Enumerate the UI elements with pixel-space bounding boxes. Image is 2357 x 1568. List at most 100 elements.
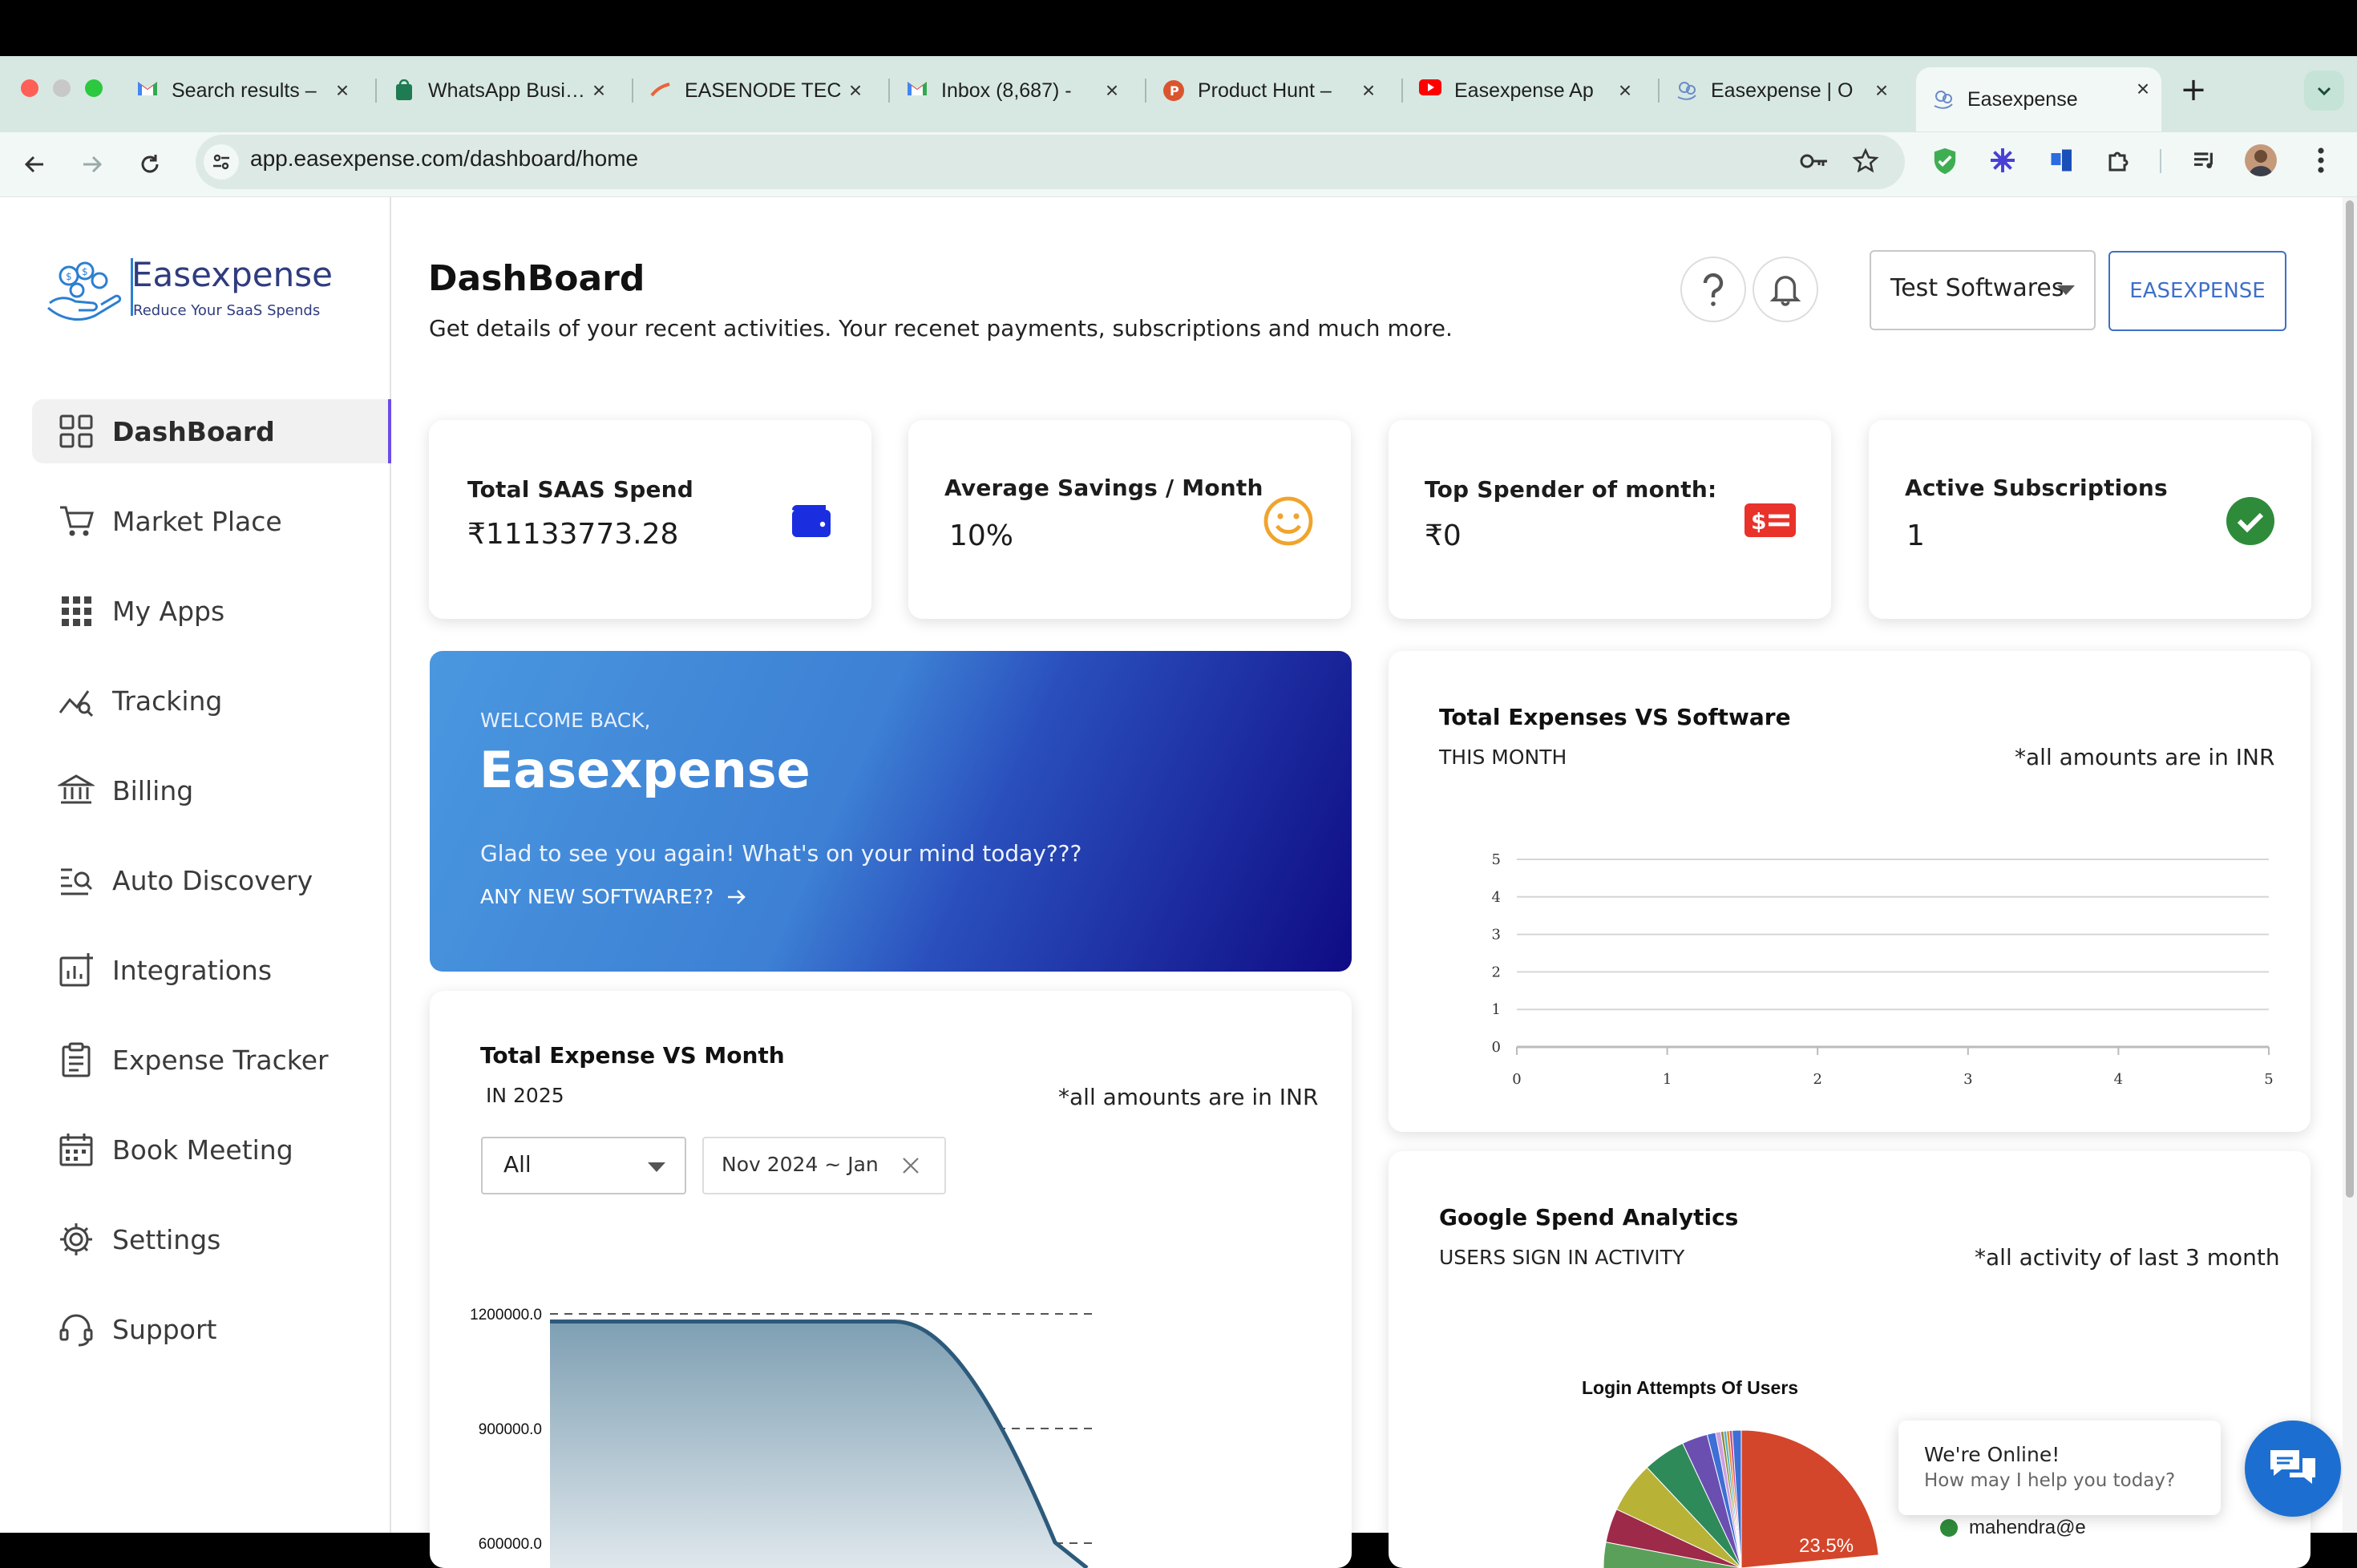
close-window-button[interactable] xyxy=(21,79,38,97)
google-note: *all activity of last 3 month xyxy=(1975,1244,2280,1271)
question-icon xyxy=(1703,273,1724,306)
stat-card-total-spend: Total SAAS Spend ₹11133773.28 xyxy=(429,420,871,619)
close-tab-icon[interactable]: × xyxy=(1356,79,1381,103)
sidebar-item-expense-tracker[interactable]: Expense Tracker xyxy=(32,1028,388,1092)
browser-tab-8[interactable]: Easexpense × xyxy=(1916,67,2161,131)
expense-area-chart: 1200000.0 900000.0 600000.0 xyxy=(470,1307,1095,1568)
welcome-cta-link[interactable]: ANY NEW SOFTWARE?? xyxy=(480,885,747,908)
google-subtitle: USERS SIGN IN ACTIVITY xyxy=(1439,1246,1685,1269)
sidebar-item-auto-discovery[interactable]: Auto Discovery xyxy=(32,848,388,912)
notifications-button[interactable] xyxy=(1753,257,1818,322)
producthunt-icon: P xyxy=(1162,79,1185,102)
media-queue-icon[interactable] xyxy=(2190,148,2218,173)
sidebar-item-tracking[interactable]: Tracking xyxy=(32,669,388,733)
bookmark-star-icon[interactable] xyxy=(1852,148,1879,175)
check-circle-icon xyxy=(2226,497,2274,545)
tab-title: EASENODE TEC xyxy=(685,79,842,102)
clear-close-icon[interactable] xyxy=(901,1156,920,1175)
chat-greeting-bubble[interactable]: We're Online! How may I help you today? xyxy=(1898,1420,2221,1515)
reload-button[interactable] xyxy=(130,144,170,184)
help-button[interactable] xyxy=(1680,257,1746,322)
blue-extension-icon[interactable] xyxy=(2048,146,2076,175)
sidebar-item-support[interactable]: Support xyxy=(32,1297,388,1361)
site-info-button[interactable] xyxy=(204,144,239,180)
gmail-icon xyxy=(906,79,928,102)
sidebar-item-market-place[interactable]: Market Place xyxy=(32,489,388,553)
url-text[interactable]: app.easexpense.com/dashboard/home xyxy=(250,146,638,172)
close-tab-icon[interactable]: × xyxy=(587,79,611,103)
tab-title: Search results – xyxy=(172,79,317,102)
x-tick-label: 5 xyxy=(2264,1071,2273,1088)
browser-menu-icon[interactable] xyxy=(2309,146,2333,175)
chat-launcher-button[interactable] xyxy=(2245,1420,2341,1517)
login-attempts-pie-chart: 23.5% xyxy=(1603,1429,1879,1568)
profile-avatar[interactable] xyxy=(2245,144,2277,176)
close-tab-icon[interactable]: × xyxy=(843,79,867,103)
browser-tab-2[interactable]: WhatsApp Busi… × xyxy=(377,69,617,112)
easexpense-logo[interactable]: $ $ xyxy=(45,253,128,325)
puzzle-extensions-icon[interactable] xyxy=(2105,146,2134,175)
stat-title: Active Subscriptions xyxy=(1905,475,2168,501)
apps-grid-icon xyxy=(62,596,91,626)
shield-extension-icon[interactable] xyxy=(1930,146,1959,176)
date-range-picker[interactable]: Nov 2024 ~ Jan 2 xyxy=(702,1137,946,1194)
sidebar-item-book-meeting[interactable]: Book Meeting xyxy=(32,1117,388,1182)
browser-tab-7[interactable]: Easexpense | O × xyxy=(1660,69,1900,112)
browser-tab-4[interactable]: Inbox (8,687) - × xyxy=(890,69,1130,112)
wallet-icon xyxy=(792,505,831,537)
close-tab-icon[interactable]: × xyxy=(2131,77,2155,101)
sidebar-item-label: Support xyxy=(112,1313,217,1345)
svg-text:P: P xyxy=(1170,83,1179,99)
browser-tab-1[interactable]: Search results – × xyxy=(120,69,361,112)
zoom-window-button[interactable] xyxy=(85,79,103,97)
arrow-right-icon xyxy=(83,156,103,173)
sidebar-item-label: Tracking xyxy=(112,685,223,717)
stat-value: 10% xyxy=(949,519,1014,552)
close-tab-icon[interactable]: × xyxy=(1613,79,1637,103)
sidebar-item-integrations[interactable]: Integrations xyxy=(32,938,388,1002)
integrations-chart-icon xyxy=(59,953,93,987)
sidebar-item-settings[interactable]: Settings xyxy=(32,1207,388,1271)
browser-tab-6[interactable]: Easexpense Ap × xyxy=(1403,69,1643,112)
sparkle-extension-icon[interactable] xyxy=(1988,146,2017,175)
headset-icon xyxy=(59,1314,93,1347)
expense-filter-select[interactable]: All xyxy=(481,1137,686,1194)
new-tab-button[interactable]: + xyxy=(2177,74,2209,106)
easexpense-icon xyxy=(1932,88,1955,111)
page-scrollbar-thumb[interactable] xyxy=(2346,200,2354,1198)
stat-card-active-subs: Active Subscriptions 1 xyxy=(1869,420,2311,619)
x-tick-label: 3 xyxy=(1963,1071,1972,1088)
browser-tab-3[interactable]: EASENODE TEC × xyxy=(633,69,874,112)
x-tick-label: 2 xyxy=(1813,1071,1821,1088)
minimize-window-button[interactable] xyxy=(53,79,71,97)
welcome-message: Glad to see you again! What's on your mi… xyxy=(480,840,1082,867)
sidebar-item-my-apps[interactable]: My Apps xyxy=(32,579,388,643)
tab-title: Product Hunt – xyxy=(1198,79,1332,102)
sidebar-item-dashboard[interactable]: DashBoard xyxy=(32,399,393,463)
chat-bubbles-icon xyxy=(2270,1450,2315,1484)
pie-legend-item: mahendra@e xyxy=(1940,1517,2086,1539)
pie-chart-title: Login Attempts Of Users xyxy=(1582,1377,1799,1398)
arrow-left-icon xyxy=(24,156,43,173)
toolbar-divider xyxy=(2160,149,2161,173)
tab-title: Inbox (8,687) - xyxy=(941,79,1072,102)
expense-month-subtitle: IN 2025 xyxy=(486,1084,564,1107)
org-button[interactable]: EASEXPENSE xyxy=(2108,251,2286,331)
forward-button[interactable] xyxy=(72,144,112,184)
tab-search-button[interactable] xyxy=(2304,71,2344,111)
expense-filter-value: All xyxy=(503,1151,532,1178)
easenode-icon xyxy=(649,79,672,102)
close-tab-icon[interactable]: × xyxy=(330,79,354,103)
org-select[interactable]: Test Softwares xyxy=(1870,250,2096,330)
close-tab-icon[interactable]: × xyxy=(1100,79,1124,103)
close-tab-icon[interactable]: × xyxy=(1870,79,1894,103)
browser-tab-5[interactable]: P Product Hunt – × xyxy=(1146,69,1387,112)
svg-text:$: $ xyxy=(66,271,72,282)
password-key-icon[interactable] xyxy=(1799,149,1829,173)
sidebar-item-label: Market Place xyxy=(112,505,282,537)
stat-card-avg-savings: Average Savings / Month 10% xyxy=(908,420,1351,619)
sidebar-item-billing[interactable]: Billing xyxy=(32,758,388,822)
back-button[interactable] xyxy=(14,144,55,184)
clipboard-icon xyxy=(62,1042,91,1077)
mac-menu-bar xyxy=(0,0,2357,56)
